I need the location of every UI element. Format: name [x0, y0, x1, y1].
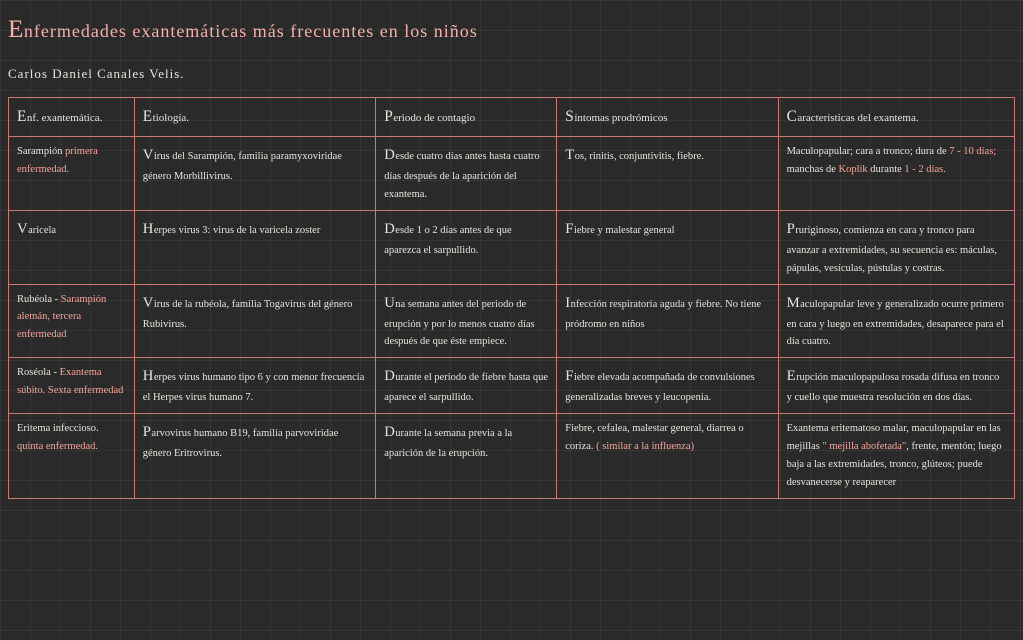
cell-etiology: Herpes virus 3: virus de la varicela zos… — [134, 210, 375, 284]
table-row: Roséola - Exantema súbito. Sexta enferme… — [9, 358, 1015, 414]
cell-characteristics: Pruriginoso, comienza en cara y tronco p… — [778, 210, 1014, 284]
cell-disease: Sarampión primera enfermedad. — [9, 137, 135, 211]
cell-characteristics: Maculopapular; cara a tronco; dura de 7 … — [778, 137, 1014, 211]
cell-etiology: Virus de la rubéola, familia Togavirus d… — [134, 284, 375, 358]
cell-prodromes: Fiebre y malestar general — [557, 210, 778, 284]
header-disease: Enf. exantemática. — [9, 98, 135, 137]
diseases-table: Enf. exantemática. Etiología. Periodo de… — [8, 97, 1015, 498]
cell-disease: Varicela — [9, 210, 135, 284]
cell-prodromes: Fiebre elevada acompañada de convulsione… — [557, 358, 778, 414]
table-row: Rubéola - Sarampión alemán, tercera enfe… — [9, 284, 1015, 358]
header-etiology: Etiología. — [134, 98, 375, 137]
cell-contagion: Desde 1 o 2 días antes de que aparezca e… — [376, 210, 557, 284]
table-row: Varicela Herpes virus 3: virus de la var… — [9, 210, 1015, 284]
table-header-row: Enf. exantemática. Etiología. Periodo de… — [9, 98, 1015, 137]
cell-contagion: Durante la semana previa a la aparición … — [376, 414, 557, 498]
cell-characteristics: Erupción maculopapulosa rosada difusa en… — [778, 358, 1014, 414]
cell-etiology: Herpes virus humano tipo 6 y con menor f… — [134, 358, 375, 414]
cell-contagion: Durante el periodo de fiebre hasta que a… — [376, 358, 557, 414]
cell-characteristics: Maculopapular leve y generalizado ocurre… — [778, 284, 1014, 358]
cell-disease: Eritema infeccioso. quinta enfermedad. — [9, 414, 135, 498]
cell-etiology: Parvovirus humano B19, familia parvoviri… — [134, 414, 375, 498]
cell-prodromes: Fiebre, cefalea, malestar general, diarr… — [557, 414, 778, 498]
cell-disease: Roséola - Exantema súbito. Sexta enferme… — [9, 358, 135, 414]
cell-contagion: Desde cuatro días antes hasta cuatro día… — [376, 137, 557, 211]
cell-disease: Rubéola - Sarampión alemán, tercera enfe… — [9, 284, 135, 358]
table-row: Sarampión primera enfermedad. Virus del … — [9, 137, 1015, 211]
header-characteristics: Características del exantema. — [778, 98, 1014, 137]
table-row: Eritema infeccioso. quinta enfermedad. P… — [9, 414, 1015, 498]
page-title: Enfermedades exantemáticas más frecuente… — [8, 10, 1015, 50]
cell-prodromes: Tos, rinitis, conjuntivitis, fiebre. — [557, 137, 778, 211]
cell-prodromes: Infección respiratoria aguda y fiebre. N… — [557, 284, 778, 358]
cell-characteristics: Exantema eritematoso malar, maculopapula… — [778, 414, 1014, 498]
author: Carlos Daniel Canales Velis. — [8, 64, 1015, 85]
header-contagion: Periodo de contagio — [376, 98, 557, 137]
header-prodromes: Síntomas prodrómicos — [557, 98, 778, 137]
cell-etiology: Virus del Sarampión, familia paramyxovir… — [134, 137, 375, 211]
cell-contagion: Una semana antes del periodo de erupción… — [376, 284, 557, 358]
